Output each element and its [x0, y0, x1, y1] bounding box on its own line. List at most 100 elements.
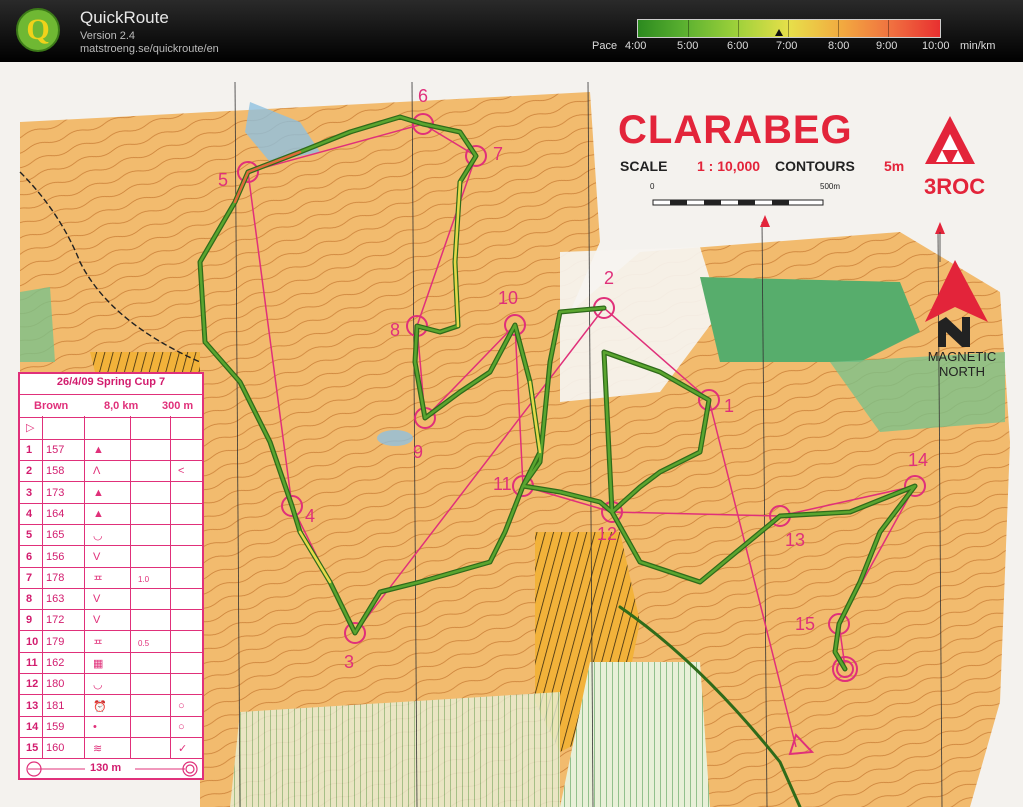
control-symbol: V	[93, 550, 101, 563]
control-card-row: 12 180 ◡	[20, 673, 202, 696]
control-card-finish-row: 130 m	[20, 759, 202, 779]
pace-tick	[888, 20, 889, 37]
control-card-divider	[130, 416, 131, 759]
control-label-12: 12	[597, 524, 618, 544]
control-card-row: 6 156 V	[20, 546, 202, 568]
control-card-row: 14 159 • ○	[20, 716, 202, 738]
quickroute-logo-icon: Q	[16, 8, 60, 52]
pace-color-scale	[637, 19, 941, 38]
course-climb: 300 m	[162, 400, 194, 412]
control-num: 5	[26, 529, 33, 542]
control-label-5: 5	[218, 170, 229, 190]
control-code: 179	[46, 635, 65, 648]
control-extra: ○	[178, 699, 185, 712]
contours-label: CONTOURS	[775, 158, 855, 174]
control-card-row: 4 164 ▲	[20, 503, 202, 525]
scale-value: 1 : 10,000	[697, 158, 761, 174]
pace-unit: min/km	[960, 40, 996, 52]
control-num: 11	[26, 657, 38, 669]
map-title: CLARABEG	[618, 108, 853, 152]
control-num: 8	[26, 593, 33, 606]
control-symbol: ⏰	[93, 700, 107, 713]
control-card-course-row: Brown 8,0 km 300 m	[20, 394, 202, 418]
control-description-card: 26/4/09 Spring Cup 7 Brown 8,0 km 300 m …	[18, 372, 204, 780]
control-symbol: Λ	[93, 465, 101, 478]
contours-value: 5m	[884, 158, 905, 174]
control-label-9: 9	[413, 442, 424, 462]
magnetic-north-label: MAGNETIC NORTH	[927, 349, 997, 379]
control-symbol: ◡	[93, 679, 103, 692]
control-symbol: ▲	[93, 507, 104, 520]
control-code: 178	[46, 571, 65, 584]
control-label-2: 2	[604, 268, 615, 288]
control-num: 14	[26, 720, 39, 733]
control-extra: ✓	[178, 743, 188, 756]
pace-tick	[688, 20, 689, 37]
control-num: 7	[26, 571, 33, 584]
control-label-3: 3	[344, 652, 355, 672]
control-code: 180	[46, 678, 65, 691]
pace-tick	[788, 20, 789, 37]
control-code: 164	[46, 507, 65, 520]
control-label-7: 7	[493, 144, 504, 164]
control-symbol: ᄑ	[93, 638, 104, 651]
control-card-row: 9 172 V	[20, 609, 202, 632]
pace-label: Pace	[592, 40, 618, 52]
svg-text:Q: Q	[26, 13, 49, 46]
control-card-row: 10 179 ᄑ 0.5	[20, 631, 202, 653]
pace-tick	[738, 20, 739, 37]
control-card-row: 11 162 ▦	[20, 652, 202, 674]
control-label-13: 13	[785, 530, 806, 550]
control-card-row: 13 181 ⏰ ○	[20, 695, 202, 717]
control-card-row: 5 165 ◡	[20, 524, 202, 547]
control-symbol: ▦	[93, 658, 104, 670]
control-card-divider	[84, 416, 85, 759]
control-code: 172	[46, 614, 65, 627]
control-card-row: 1 157 ▲	[20, 439, 202, 461]
control-label-1: 1	[724, 396, 735, 416]
control-symbol: ▲	[93, 486, 104, 499]
app-url-link[interactable]: matstroeng.se/quickroute/en	[80, 43, 219, 55]
control-code: 156	[46, 550, 65, 563]
control-card-row: 7 178 ᄑ 1.0	[20, 567, 202, 589]
control-code: 165	[46, 529, 65, 542]
finish-distance: 130 m	[90, 762, 122, 774]
pace-tick-label: 5:00	[677, 40, 699, 52]
control-label-8: 8	[390, 320, 401, 340]
control-num: 12	[26, 678, 39, 691]
control-card-row: 8 163 V	[20, 588, 202, 611]
control-dim: 0.5	[138, 638, 150, 648]
control-symbol: V	[93, 614, 101, 627]
app-name: QuickRoute	[80, 8, 169, 27]
control-label-11: 11	[493, 474, 512, 494]
scale-bar-start: 0	[650, 182, 655, 191]
pace-tick-label: 9:00	[876, 40, 898, 52]
control-code: 157	[46, 444, 65, 456]
control-label-15: 15	[795, 614, 816, 634]
control-num: 3	[26, 486, 33, 499]
app-header: Q QuickRoute Version 2.4 matstroeng.se/q…	[0, 0, 1023, 62]
control-symbol: V	[93, 593, 101, 606]
control-extra: ○	[178, 720, 185, 733]
control-symbol: ᄑ	[93, 574, 104, 587]
control-card-row: 15 160 ≋ ✓	[20, 737, 202, 760]
orienteering-map[interactable]: CLARABEG SCALE 1 : 10,000 CONTOURS 5m 0 …	[0, 62, 1023, 807]
control-label-10: 10	[498, 288, 519, 308]
control-dim: 1.0	[138, 574, 150, 584]
control-num: 15	[26, 742, 39, 755]
course-length: 8,0 km	[104, 400, 139, 412]
control-num: 13	[26, 699, 39, 712]
control-card-row: 2 158 Λ <	[20, 460, 202, 483]
control-num: 4	[26, 507, 33, 520]
control-code: 158	[46, 465, 65, 478]
control-label-4: 4	[305, 506, 316, 526]
start-symbol: ▷	[26, 422, 35, 434]
control-num: 10	[26, 635, 39, 648]
control-code: 160	[46, 742, 65, 755]
control-num: 9	[26, 614, 33, 627]
app-version: Version 2.4	[80, 30, 136, 42]
control-card-title: 26/4/09 Spring Cup 7	[56, 376, 166, 388]
pace-tick	[838, 20, 839, 37]
control-code: 173	[46, 486, 65, 499]
scale-bar-end: 500m	[820, 182, 841, 191]
